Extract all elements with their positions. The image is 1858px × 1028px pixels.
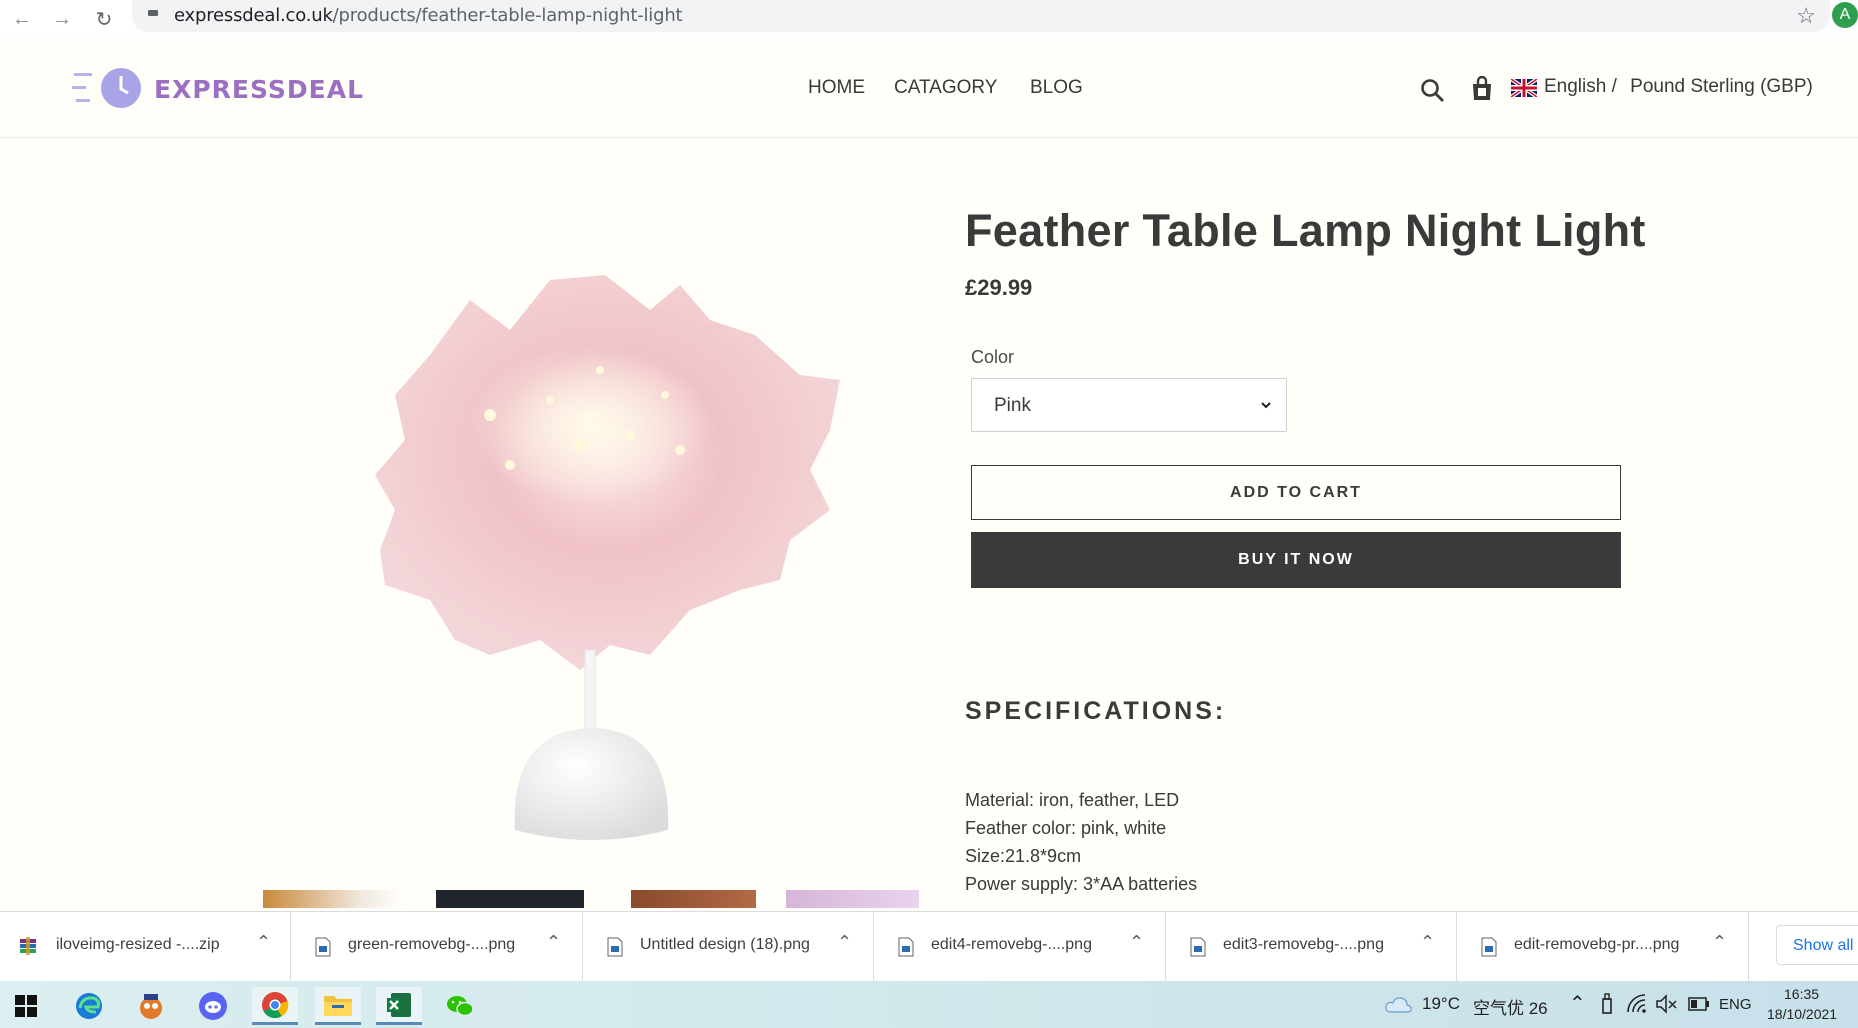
image-file-icon xyxy=(315,937,331,957)
browser-toolbar: ← → ↻ expressdeal.co.uk/products/feather… xyxy=(0,0,1858,39)
clock-date[interactable]: 18/10/2021 xyxy=(1767,1006,1837,1022)
air-quality[interactable]: 空气优 26 xyxy=(1473,994,1548,1019)
spec-line: Feather color: pink, white xyxy=(965,818,1167,838)
buy-it-now-button[interactable]: BUY IT NOW xyxy=(971,532,1621,588)
weather-temp[interactable]: 19°C xyxy=(1422,994,1460,1014)
address-bar[interactable]: expressdeal.co.uk/products/feather-table… xyxy=(132,0,1830,32)
caret-up-icon[interactable]: ⌃ xyxy=(1420,932,1435,953)
color-label: Color xyxy=(971,347,1015,367)
thumbnail-1[interactable] xyxy=(263,890,403,908)
cart-icon[interactable] xyxy=(1470,76,1494,102)
caret-up-icon[interactable]: ⌃ xyxy=(546,932,561,953)
discord-icon[interactable] xyxy=(192,987,234,1025)
menu-lines-icon xyxy=(72,73,92,102)
usb-device-icon[interactable] xyxy=(1600,993,1614,1015)
back-icon[interactable]: ← xyxy=(8,5,36,33)
chevron-up-icon[interactable]: ⌃ xyxy=(1569,991,1586,1016)
color-select-value: Pink xyxy=(994,395,1031,416)
language-label: English / xyxy=(1544,76,1617,97)
nav-home[interactable]: HOME xyxy=(808,77,865,99)
logo-clock-icon[interactable] xyxy=(101,68,141,108)
clock-time[interactable]: 16:35 xyxy=(1784,986,1819,1002)
download-item[interactable]: edit-removebg-pr....png ⌃ xyxy=(1457,912,1749,982)
show-all-downloads-button[interactable]: Show all xyxy=(1776,925,1858,965)
download-item[interactable]: iloveimg-resized -....zip ⌃ xyxy=(0,912,291,982)
image-file-icon xyxy=(898,937,914,957)
download-item[interactable]: edit3-removebg-....png ⌃ xyxy=(1166,912,1457,982)
bookmark-star-icon[interactable]: ☆ xyxy=(1796,3,1816,29)
cloud-weather-icon[interactable] xyxy=(1385,996,1413,1014)
speaker-muted-icon[interactable] xyxy=(1656,994,1678,1014)
currency-label: Pound Sterling (GBP) xyxy=(1630,76,1813,97)
search-icon[interactable] xyxy=(1420,78,1446,104)
product-price: £29.99 xyxy=(965,275,1033,300)
nav-catagory[interactable]: CATAGORY xyxy=(894,77,997,99)
download-filename: edit4-removebg-....png xyxy=(931,936,1092,953)
zip-file-icon xyxy=(20,937,36,955)
battery-icon[interactable] xyxy=(1688,997,1710,1011)
product-title: Feather Table Lamp Night Light xyxy=(965,205,1646,256)
site-logo[interactable]: EXPRESSDEAL xyxy=(154,75,364,104)
uk-flag-icon xyxy=(1511,79,1537,97)
lock-icon xyxy=(148,10,158,16)
product-image[interactable] xyxy=(360,260,870,850)
wifi-icon[interactable] xyxy=(1627,994,1649,1014)
game-app-icon[interactable] xyxy=(130,987,172,1025)
spec-line: Power supply: 3*AA batteries xyxy=(965,874,1198,894)
download-shelf: iloveimg-resized -....zip ⌃ green-remove… xyxy=(0,911,1858,982)
color-select[interactable]: Pink xyxy=(971,378,1287,432)
caret-up-icon[interactable]: ⌃ xyxy=(837,932,852,953)
file-explorer-icon[interactable] xyxy=(315,987,361,1025)
language-currency-selector[interactable]: English / Pound Sterling (GBP) xyxy=(1544,76,1813,98)
caret-up-icon[interactable]: ⌃ xyxy=(256,932,271,953)
url-text: expressdeal.co.uk/products/feather-table… xyxy=(174,5,683,26)
windows-taskbar: 19°C 空气优 26 ⌃ ENG 16:35 18/10/2021 xyxy=(0,981,1858,1028)
thumbnail-3[interactable] xyxy=(631,890,756,908)
add-to-cart-button[interactable]: ADD TO CART xyxy=(971,465,1621,520)
thumbnail-4[interactable] xyxy=(786,890,919,908)
profile-avatar[interactable]: A xyxy=(1832,2,1858,28)
image-file-icon xyxy=(607,937,623,957)
edge-browser-icon[interactable] xyxy=(68,987,110,1025)
nav-blog[interactable]: BLOG xyxy=(1030,77,1083,99)
download-item[interactable]: green-removebg-....png ⌃ xyxy=(291,912,583,982)
chevron-down-icon xyxy=(1261,402,1271,409)
windows-start-icon[interactable] xyxy=(5,987,47,1025)
site-header: EXPRESSDEAL HOME CATAGORY BLOG English /… xyxy=(0,38,1858,138)
download-item[interactable]: edit4-removebg-....png ⌃ xyxy=(874,912,1166,982)
download-filename: edit-removebg-pr....png xyxy=(1514,936,1680,953)
input-language[interactable]: ENG xyxy=(1719,996,1752,1013)
download-item[interactable]: Untitled design (18).png ⌃ xyxy=(583,912,874,982)
image-file-icon xyxy=(1481,937,1497,957)
wechat-icon[interactable] xyxy=(439,987,481,1025)
spec-line: Size:21.8*9cm xyxy=(965,846,1082,866)
download-filename: Untitled design (18).png xyxy=(640,936,810,953)
download-filename: edit3-removebg-....png xyxy=(1223,936,1384,953)
caret-up-icon[interactable]: ⌃ xyxy=(1712,932,1727,953)
spec-line: Material: iron, feather, LED xyxy=(965,790,1180,810)
forward-icon[interactable]: → xyxy=(48,5,76,33)
excel-icon[interactable] xyxy=(376,987,422,1025)
image-file-icon xyxy=(1190,937,1206,957)
reload-icon[interactable]: ↻ xyxy=(90,5,118,33)
caret-up-icon[interactable]: ⌃ xyxy=(1129,932,1144,953)
thumbnail-2[interactable] xyxy=(436,890,584,908)
download-filename: iloveimg-resized -....zip xyxy=(56,936,220,953)
chrome-icon[interactable] xyxy=(252,987,298,1025)
download-filename: green-removebg-....png xyxy=(348,936,516,953)
specifications-heading: SPECIFICATIONS: xyxy=(965,697,1227,725)
